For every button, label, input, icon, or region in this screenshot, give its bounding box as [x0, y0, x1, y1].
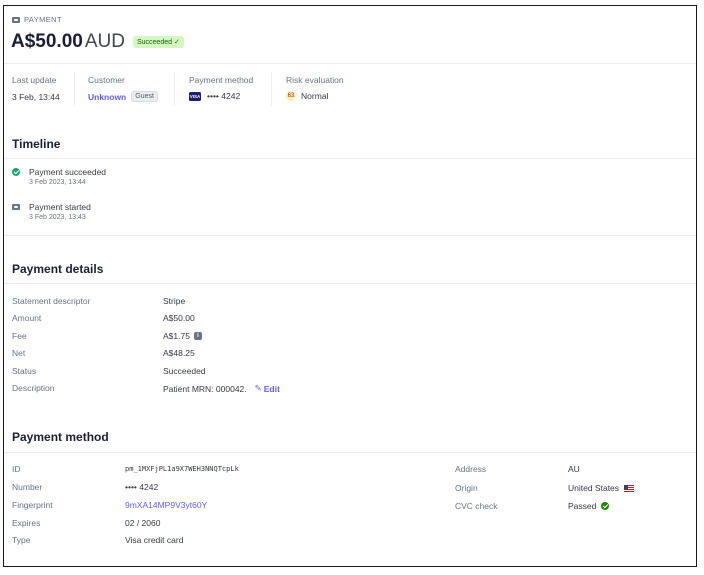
description-row: Patient MRN: 000042. ✎ Edit	[163, 383, 280, 394]
edit-button[interactable]: ✎ Edit	[255, 383, 280, 394]
us-flag-icon	[624, 484, 635, 492]
divider	[74, 72, 75, 106]
wallet-icon	[12, 16, 20, 23]
method-value: Visa credit card	[125, 535, 184, 545]
origin-value: United States	[568, 483, 635, 493]
detail-label: Statement descriptor	[12, 296, 91, 306]
timeline-event-title: Payment started	[29, 202, 91, 212]
detail-label: Net	[12, 348, 26, 358]
detail-value: Succeeded	[163, 366, 206, 376]
divider	[4, 283, 696, 284]
status-badge: Succeeded ✓	[132, 36, 184, 48]
divider	[4, 235, 696, 236]
method-label: Number	[12, 482, 43, 492]
risk-label: Risk evaluation	[286, 75, 344, 85]
detail-label: Fee	[12, 331, 27, 341]
payment-method-value: VISA •••• 4242	[189, 91, 240, 101]
divider	[174, 72, 175, 106]
method-label: Address	[455, 464, 487, 474]
card-number: •••• 4242	[207, 91, 241, 101]
payment-amount: A$50.00	[11, 31, 83, 52]
detail-label: Status	[12, 366, 37, 376]
divider	[4, 158, 696, 159]
method-value: 02 / 2060	[125, 518, 161, 528]
risk-value: 63 Normal	[286, 91, 328, 101]
payment-method-label: Payment method	[189, 75, 254, 85]
customer-link[interactable]: Unknown	[88, 92, 126, 102]
cvc-check-value: Passed	[568, 501, 610, 511]
timeline-event-title: Payment succeeded	[29, 167, 107, 177]
last-update-label: Last update	[12, 75, 57, 85]
method-value: United States	[568, 483, 620, 493]
risk-score-badge: 63	[286, 91, 296, 101]
edit-button-label: Edit	[263, 383, 280, 394]
detail-label: Description	[12, 383, 55, 393]
method-value: •••• 4242	[125, 482, 159, 492]
method-label: ID	[12, 464, 21, 474]
check-circle-icon	[12, 168, 20, 176]
method-label: Origin	[455, 483, 478, 493]
last-update-value: 3 Feb, 13:44	[12, 92, 60, 102]
payment-detail-panel: PAYMENT A$50.00 AUD Succeeded ✓ Last upd…	[3, 5, 697, 567]
method-value: AU	[568, 464, 580, 474]
timeline-event-time: 3 Feb 2023, 13:43	[29, 214, 86, 221]
detail-value: Patient MRN: 000042.	[163, 383, 247, 394]
detail-value: A$50.00	[163, 313, 195, 323]
method-label: Type	[12, 535, 31, 545]
fee-value-row: A$1.75 i	[163, 331, 202, 341]
check-icon: ✓	[174, 39, 180, 46]
pencil-icon: ✎	[254, 383, 262, 393]
payment-details-title: Payment details	[12, 262, 104, 276]
payment-currency: AUD	[84, 31, 125, 52]
customer-value-row: Unknown Guest	[88, 91, 158, 102]
visa-icon: VISA	[189, 91, 201, 101]
payment-header-label: PAYMENT	[12, 15, 62, 24]
payment-method-title: Payment method	[12, 430, 109, 444]
customer-label: Customer	[88, 75, 125, 85]
guest-badge: Guest	[131, 91, 158, 102]
payment-label: PAYMENT	[24, 15, 62, 24]
wallet-icon	[12, 204, 20, 210]
detail-value: A$48.25	[163, 348, 195, 358]
detail-value: Stripe	[163, 296, 186, 306]
timeline-event-time: 3 Feb 2023, 13:44	[29, 179, 86, 186]
method-label: Expires	[12, 518, 41, 528]
method-label: CVC check	[455, 501, 498, 511]
payment-method-id: pm_1MXFjPL1a9X7WEH3NNQTcpLk	[125, 465, 239, 473]
status-badge-label: Succeeded	[136, 38, 172, 46]
method-value: Passed	[568, 501, 597, 511]
risk-level: Normal	[301, 91, 329, 101]
amount-row: A$50.00 AUD Succeeded ✓	[11, 31, 184, 53]
check-circle-icon	[601, 502, 610, 510]
detail-label: Amount	[12, 313, 42, 323]
divider	[4, 63, 696, 64]
method-label: Fingerprint	[12, 500, 53, 510]
detail-value: A$1.75	[163, 331, 190, 341]
divider	[4, 452, 696, 453]
fingerprint-link[interactable]: 9mXA14MP9V3yt60Y	[125, 500, 207, 510]
timeline-title: Timeline	[12, 137, 61, 151]
info-icon[interactable]: i	[193, 332, 202, 340]
divider	[271, 72, 272, 106]
